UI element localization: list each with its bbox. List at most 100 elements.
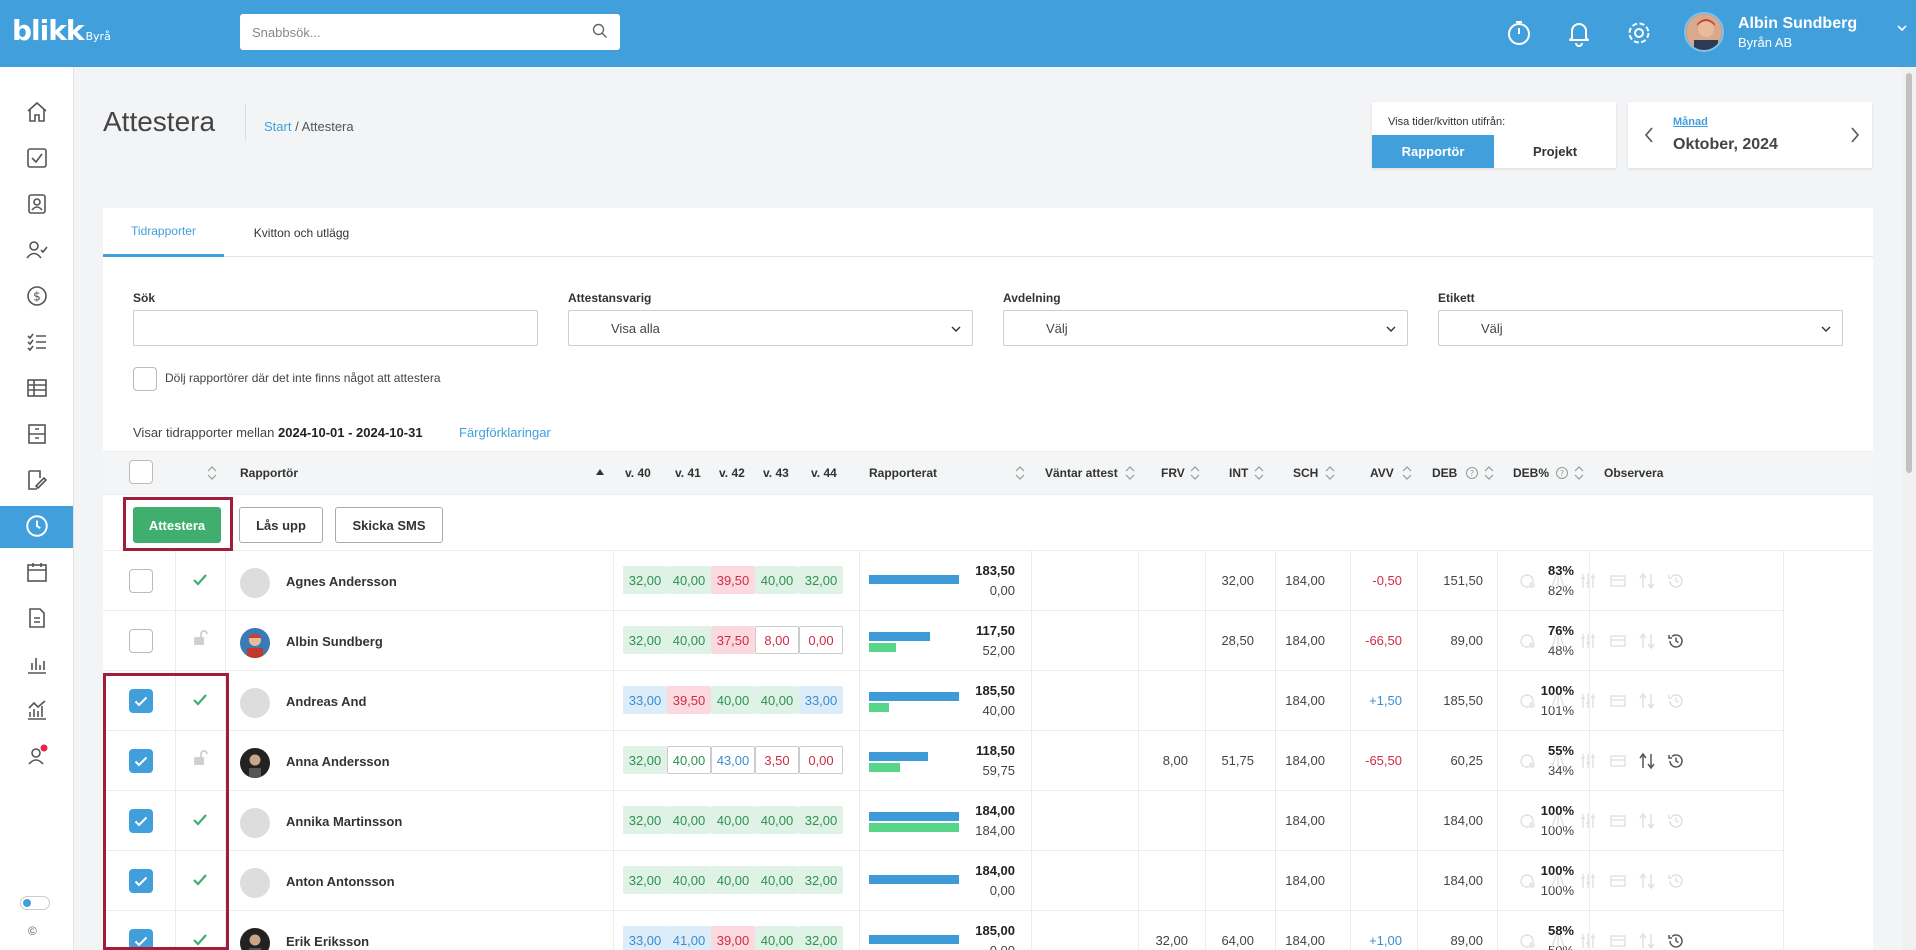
week-value[interactable]: 40,00 [755, 566, 799, 594]
reorder-icon[interactable] [1639, 932, 1655, 950]
help-icon[interactable]: ? [1465, 466, 1479, 483]
chevron-down-icon[interactable] [1896, 22, 1908, 37]
observe-split-icon[interactable] [1549, 812, 1567, 833]
week-value[interactable]: 40,00 [711, 686, 755, 714]
table-row[interactable]: Albin Sundberg 32,00 40,00 37,50 8,00 0,00 117… [103, 611, 1784, 671]
row-checkbox[interactable] [129, 569, 153, 593]
bell-icon[interactable] [1562, 16, 1596, 50]
sidebar-item-tasks[interactable] [0, 138, 73, 180]
sidebar-item-contacts[interactable] [0, 184, 73, 226]
reporter-name[interactable]: Anton Antonsson [286, 874, 395, 889]
week-value[interactable]: 39,50 [711, 566, 755, 594]
sort-icon[interactable] [1574, 466, 1584, 483]
table-row[interactable]: Annika Martinsson 32,00 40,00 40,00 40,00 32,… [103, 791, 1784, 851]
observe-clock-icon[interactable] [1519, 692, 1537, 713]
week-value[interactable]: 40,00 [755, 686, 799, 714]
week-value[interactable]: 32,00 [623, 866, 667, 894]
week-value[interactable]: 32,00 [799, 926, 843, 950]
observe-sliders-icon[interactable] [1579, 932, 1597, 950]
reorder-icon[interactable] [1639, 632, 1655, 653]
sidebar-item-location[interactable] [0, 736, 73, 778]
scrollbar-thumb[interactable] [1906, 73, 1912, 473]
week-value[interactable]: 32,00 [799, 866, 843, 894]
timer-icon[interactable] [1502, 16, 1536, 50]
sort-icon[interactable] [1402, 466, 1412, 483]
week-value[interactable]: 43,00 [711, 746, 755, 774]
user-menu[interactable]: Albin Sundberg Byrån AB [1684, 12, 1857, 52]
quick-search-input[interactable] [252, 24, 592, 40]
reorder-icon[interactable] [1639, 752, 1655, 773]
history-icon[interactable] [1667, 932, 1685, 950]
week-value[interactable]: 32,00 [623, 806, 667, 834]
col-frv[interactable]: FRV [1161, 466, 1185, 480]
color-legend-link[interactable]: Färgförklaringar [459, 425, 551, 440]
col-deb[interactable]: DEB [1432, 466, 1457, 480]
observe-sliders-icon[interactable] [1579, 692, 1597, 713]
observe-clock-icon[interactable] [1519, 752, 1537, 773]
week-value[interactable]: 32,00 [799, 806, 843, 834]
table-row[interactable]: Andreas And 33,00 39,50 40,00 40,00 33,00 185,… [103, 671, 1784, 731]
observe-card-icon[interactable] [1609, 632, 1627, 653]
col-reported[interactable]: Rapporterat [869, 466, 937, 480]
attest-select[interactable]: Visa alla [568, 310, 973, 346]
week-value[interactable]: 40,00 [667, 866, 711, 894]
week-value[interactable]: 40,00 [755, 866, 799, 894]
tab-receipts[interactable]: Kvitton och utlägg [224, 208, 379, 257]
week-value[interactable]: 40,00 [667, 806, 711, 834]
observe-card-icon[interactable] [1609, 572, 1627, 593]
sort-icon[interactable] [1254, 466, 1264, 483]
sidebar-item-checklist[interactable] [0, 322, 73, 364]
tag-select[interactable]: Välj [1438, 310, 1843, 346]
observe-split-icon[interactable] [1549, 872, 1567, 893]
sidebar-item-users[interactable] [0, 230, 73, 272]
week-value[interactable]: 0,00 [799, 746, 843, 774]
hide-empty-checkbox[interactable] [133, 367, 157, 391]
reporter-name[interactable]: Agnes Andersson [286, 574, 397, 589]
week-value[interactable]: 32,00 [623, 566, 667, 594]
week-value[interactable]: 40,00 [711, 866, 755, 894]
observe-clock-icon[interactable] [1519, 932, 1537, 950]
col-int[interactable]: INT [1229, 466, 1248, 480]
logo[interactable]: blikk Byrå [12, 14, 111, 47]
col-pending[interactable]: Väntar attest [1045, 466, 1118, 480]
sidebar-item-economy[interactable]: $ [0, 276, 73, 318]
observe-sliders-icon[interactable] [1579, 812, 1597, 833]
observe-card-icon[interactable] [1609, 872, 1627, 893]
history-icon[interactable] [1667, 872, 1685, 893]
history-icon[interactable] [1667, 812, 1685, 833]
week-value[interactable]: 41,00 [667, 926, 711, 950]
theme-toggle[interactable] [20, 896, 50, 910]
table-row[interactable]: Erik Eriksson 33,00 41,00 39,00 40,00 32,00 18… [103, 911, 1784, 950]
period-mode-link[interactable]: Månad [1673, 116, 1708, 128]
observe-card-icon[interactable] [1609, 692, 1627, 713]
observe-card-icon[interactable] [1609, 752, 1627, 773]
sort-icon[interactable] [1015, 466, 1025, 483]
sidebar-item-archive[interactable] [0, 414, 73, 456]
week-value[interactable]: 8,00 [755, 626, 799, 654]
sort-icon[interactable] [1325, 466, 1335, 483]
observe-card-icon[interactable] [1609, 812, 1627, 833]
observe-split-icon[interactable] [1549, 752, 1567, 773]
page-scrollbar[interactable] [1902, 67, 1916, 950]
sort-icon[interactable] [1484, 466, 1494, 483]
select-all-checkbox[interactable] [129, 460, 153, 484]
sort-icon[interactable] [1190, 466, 1200, 483]
unlock-button[interactable]: Lås upp [239, 507, 323, 543]
observe-split-icon[interactable] [1549, 932, 1567, 950]
tab-time-reports[interactable]: Tidrapporter [103, 208, 224, 257]
observe-clock-icon[interactable] [1519, 572, 1537, 593]
view-option-reporter[interactable]: Rapportör [1372, 135, 1494, 168]
observe-clock-icon[interactable] [1519, 872, 1537, 893]
observe-clock-icon[interactable] [1519, 812, 1537, 833]
reporter-name[interactable]: Albin Sundberg [286, 634, 383, 649]
reorder-icon[interactable] [1639, 572, 1655, 593]
col-reporter[interactable]: Rapportör [240, 466, 298, 480]
week-value[interactable]: 39,50 [667, 686, 711, 714]
col-avv[interactable]: AVV [1370, 466, 1394, 480]
sidebar-item-edit[interactable] [0, 460, 73, 502]
dept-select[interactable]: Välj [1003, 310, 1408, 346]
reorder-icon[interactable] [1639, 812, 1655, 833]
table-row[interactable]: Anna Andersson 32,00 40,00 43,00 3,50 0,00 118… [103, 731, 1784, 791]
table-row[interactable]: Anton Antonsson 32,00 40,00 40,00 40,00 32,00… [103, 851, 1784, 911]
week-value[interactable]: 33,00 [799, 686, 843, 714]
